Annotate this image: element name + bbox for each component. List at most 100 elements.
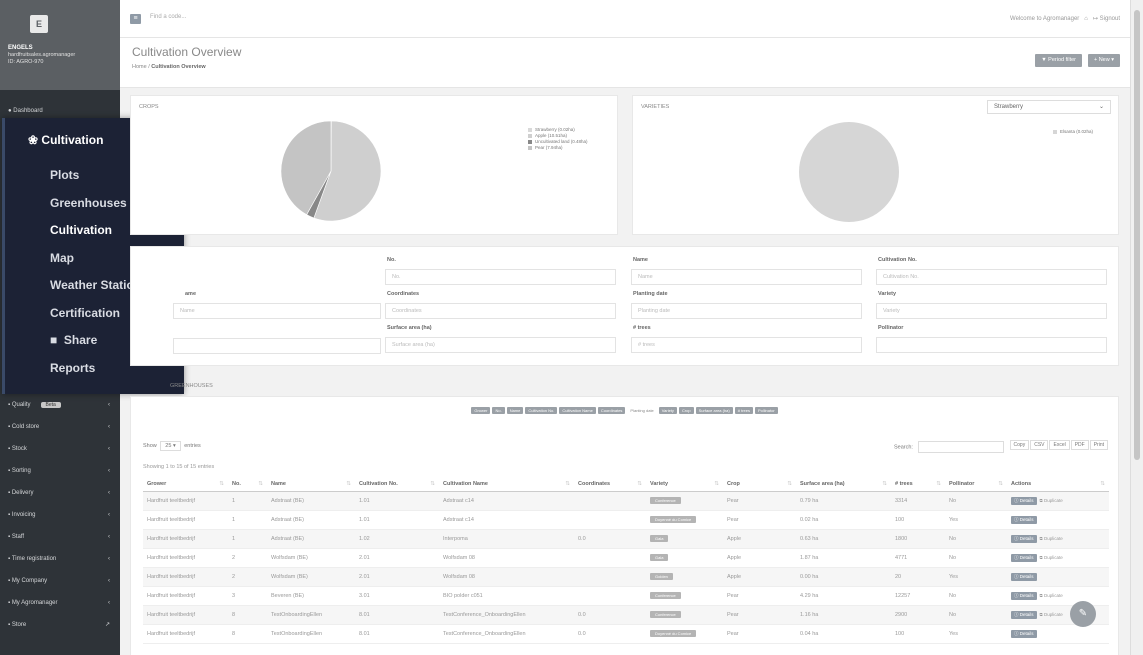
- duplicate-button[interactable]: ⧉ Duplicate: [1040, 498, 1063, 503]
- table-row[interactable]: Hardfruit teeltbedrijf 3 Beveren (BE) 3.01 B…: [143, 586, 1109, 606]
- column-header[interactable]: Variety ⇅: [646, 477, 723, 492]
- sidebar-item-invoicing[interactable]: ▪ Invoicing ‹: [0, 504, 120, 526]
- breadcrumb: Home / Cultivation Overview: [132, 64, 206, 70]
- scrollbar-thumb[interactable]: [1134, 10, 1140, 460]
- column-toggle[interactable]: Grower: [471, 407, 491, 414]
- column-header[interactable]: Cultivation Name ⇅: [439, 477, 574, 492]
- sidebar-item-store[interactable]: ▪ Store ↗: [0, 614, 120, 636]
- details-button[interactable]: ⓘ Details: [1011, 496, 1037, 505]
- column-toggle[interactable]: Planting date: [627, 407, 656, 414]
- home-icon[interactable]: ⌂: [1084, 16, 1088, 22]
- table-row[interactable]: Hardfruit teeltbedrijf 2 Wolfsdam (BE) 2.01…: [143, 548, 1109, 568]
- entries-select[interactable]: 25 ▾: [160, 441, 181, 451]
- sidebar-item-delivery[interactable]: ▪ Delivery ‹: [0, 482, 120, 504]
- menu-toggle-button[interactable]: ≡: [130, 14, 141, 24]
- export-pdf-button[interactable]: PDF: [1070, 440, 1089, 450]
- sidebar-item-my-agromanager[interactable]: ▪ My Agromanager ‹: [0, 592, 120, 614]
- column-header[interactable]: # trees ⇅: [891, 477, 945, 492]
- welcome-text: Welcome to Agromanager: [1010, 16, 1080, 22]
- column-header[interactable]: Coordinates ⇅: [574, 477, 646, 492]
- filter-input-pollinator[interactable]: [876, 337, 1107, 353]
- column-toggle[interactable]: Surface area (ha): [695, 407, 733, 414]
- duplicate-button[interactable]: ⧉ Duplicate: [1040, 593, 1063, 598]
- column-toggle[interactable]: Variety: [658, 407, 677, 414]
- column-toggle[interactable]: No.: [492, 407, 505, 414]
- column-header[interactable]: Pollinator ⇅: [945, 477, 1007, 492]
- column-toggle[interactable]: Pollinator: [754, 407, 778, 414]
- filter-input-coordinates[interactable]: Coordinates: [385, 303, 616, 319]
- details-button[interactable]: ⓘ Details: [1011, 515, 1037, 524]
- table-row[interactable]: Hardfruit teeltbedrijf 8 TestOnboardingEll…: [143, 624, 1109, 644]
- new-button[interactable]: + New ▾: [1087, 54, 1120, 67]
- page-scrollbar[interactable]: [1130, 0, 1143, 655]
- table-row[interactable]: Hardfruit teeltbedrijf 1 Adstraat (BE) 1.02…: [143, 529, 1109, 549]
- filter-input-no[interactable]: No.: [385, 269, 616, 285]
- details-button[interactable]: ⓘ Details: [1011, 534, 1037, 543]
- details-label: Details: [1019, 554, 1034, 560]
- sidebar-item-cold-store[interactable]: ▪ Cold store ‹: [0, 416, 120, 438]
- table-row[interactable]: Hardfruit teeltbedrijf 1 Adstraat (BE) 1.01…: [143, 491, 1109, 511]
- details-label: Details: [1019, 592, 1034, 598]
- duplicate-button[interactable]: ⧉ Duplicate: [1040, 536, 1063, 541]
- sidebar-item-sorting[interactable]: ▪ Sorting ‹: [0, 460, 120, 482]
- duplicate-button[interactable]: ⧉ Duplicate: [1040, 612, 1063, 617]
- export-excel-button[interactable]: Excel: [1049, 440, 1070, 450]
- breadcrumb-home[interactable]: Home: [132, 64, 147, 70]
- variety-crop-select[interactable]: Strawberry ⌄: [987, 100, 1111, 114]
- table-search-input[interactable]: [917, 441, 1004, 453]
- signout-link[interactable]: Signout: [1100, 16, 1120, 22]
- code-search-input[interactable]: Find a code...: [150, 14, 186, 20]
- column-toggle[interactable]: Coordinates: [597, 407, 626, 414]
- details-button[interactable]: ⓘ Details: [1011, 610, 1037, 619]
- column-header[interactable]: Surface area (ha) ⇅: [796, 477, 891, 492]
- varieties-title: VARIETIES: [641, 104, 670, 110]
- export-copy-button[interactable]: Copy: [1009, 440, 1030, 450]
- column-header[interactable]: Actions ⇅: [1007, 477, 1109, 492]
- column-header[interactable]: Grower ⇅: [143, 477, 228, 492]
- filter-input-cultivation-no[interactable]: Cultivation No.: [876, 269, 1107, 285]
- column-header[interactable]: Name ⇅: [267, 477, 355, 492]
- column-toggle[interactable]: Name: [506, 407, 524, 414]
- sidebar-item-stock[interactable]: ▪ Stock ‹: [0, 438, 120, 460]
- sidebar-item-quality[interactable]: ▪ Quality Beta ‹: [0, 394, 120, 416]
- export-print-button[interactable]: Print: [1089, 440, 1108, 450]
- column-header[interactable]: Crop ⇅: [723, 477, 796, 492]
- table-cell: 3: [228, 586, 267, 606]
- period-filter-button[interactable]: ▼ Period filter: [1035, 54, 1082, 67]
- details-button[interactable]: ⓘ Details: [1011, 553, 1037, 562]
- column-header[interactable]: Cultivation No. ⇅: [355, 477, 439, 492]
- column-toggle[interactable]: # trees: [734, 407, 753, 414]
- sidebar-item-my-company[interactable]: ▪ My Company ‹: [0, 570, 120, 592]
- pie-slice[interactable]: [799, 122, 899, 222]
- agromanager-icon: ▪: [8, 600, 11, 606]
- column-toggle[interactable]: Cultivation No.: [525, 407, 558, 414]
- filter-input-partial[interactable]: [173, 338, 381, 354]
- column-toggle[interactable]: Cultivation Name: [559, 407, 596, 414]
- column-header[interactable]: No. ⇅: [228, 477, 267, 492]
- top-bar: ≡ Find a code... Welcome to Agromanager …: [120, 0, 1130, 38]
- sidebar-item-label: Quality: [11, 402, 31, 408]
- filter-input-planting-date[interactable]: Planting date: [631, 303, 862, 319]
- details-button[interactable]: ⓘ Details: [1011, 572, 1037, 581]
- sidebar-item-time-registration[interactable]: ▪ Time registration ‹: [0, 548, 120, 570]
- filter-input-name-partial[interactable]: Name: [173, 303, 381, 319]
- table-row[interactable]: Hardfruit teeltbedrijf 2 Wolfsdam (BE) 2.01…: [143, 567, 1109, 587]
- app-logo[interactable]: E: [30, 15, 48, 33]
- filter-input-variety[interactable]: Variety: [876, 303, 1107, 319]
- table-cell: Hardfruit teeltbedrijf: [143, 586, 228, 606]
- table-cell: 4.29 ha: [796, 586, 891, 606]
- export-csv-button[interactable]: CSV: [1030, 440, 1049, 450]
- filter-input-name[interactable]: Name: [631, 269, 862, 285]
- filter-input-surface-area-ha[interactable]: Surface area (ha): [385, 337, 616, 353]
- details-button[interactable]: ⓘ Details: [1011, 591, 1037, 600]
- duplicate-button[interactable]: ⧉ Duplicate: [1040, 555, 1063, 560]
- column-toggle[interactable]: Crop: [678, 407, 694, 414]
- chat-button[interactable]: ✎: [1070, 601, 1096, 627]
- duplicate-label: Duplicate: [1044, 611, 1063, 617]
- table-row[interactable]: Hardfruit teeltbedrijf 1 Adstraat (BE) 1.01…: [143, 510, 1109, 530]
- table-row[interactable]: Hardfruit teeltbedrijf 8 TestOnboardingEll…: [143, 605, 1109, 625]
- details-button[interactable]: ⓘ Details: [1011, 629, 1037, 638]
- filter-input--trees[interactable]: # trees: [631, 337, 862, 353]
- signout-icon[interactable]: ↦: [1093, 16, 1098, 22]
- sidebar-item-staff[interactable]: ▪ Staff ‹: [0, 526, 120, 548]
